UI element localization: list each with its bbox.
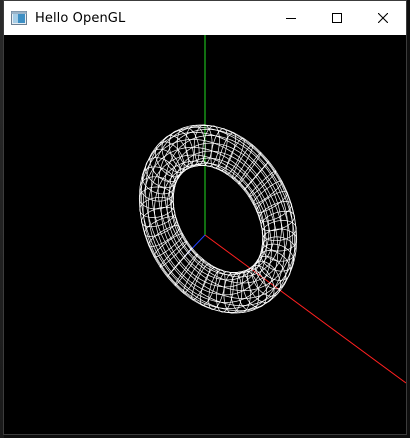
minimize-button[interactable] (268, 1, 314, 35)
opengl-app-icon (11, 11, 27, 25)
torus-major-ring (140, 126, 296, 312)
torus-major-ring (171, 162, 265, 276)
window-title: Hello OpenGL (35, 10, 126, 26)
window-controls (268, 1, 406, 35)
maximize-button[interactable] (314, 1, 360, 35)
close-icon (378, 13, 388, 23)
app-window: Hello OpenGL (3, 0, 407, 435)
opengl-viewport[interactable] (4, 35, 406, 434)
close-button[interactable] (360, 1, 406, 35)
x-axis (204, 234, 406, 384)
title-bar[interactable]: Hello OpenGL (4, 1, 406, 35)
minimize-icon (286, 18, 296, 19)
maximize-icon (332, 13, 342, 23)
axes (183, 35, 406, 384)
scene-canvas (138, 35, 406, 384)
